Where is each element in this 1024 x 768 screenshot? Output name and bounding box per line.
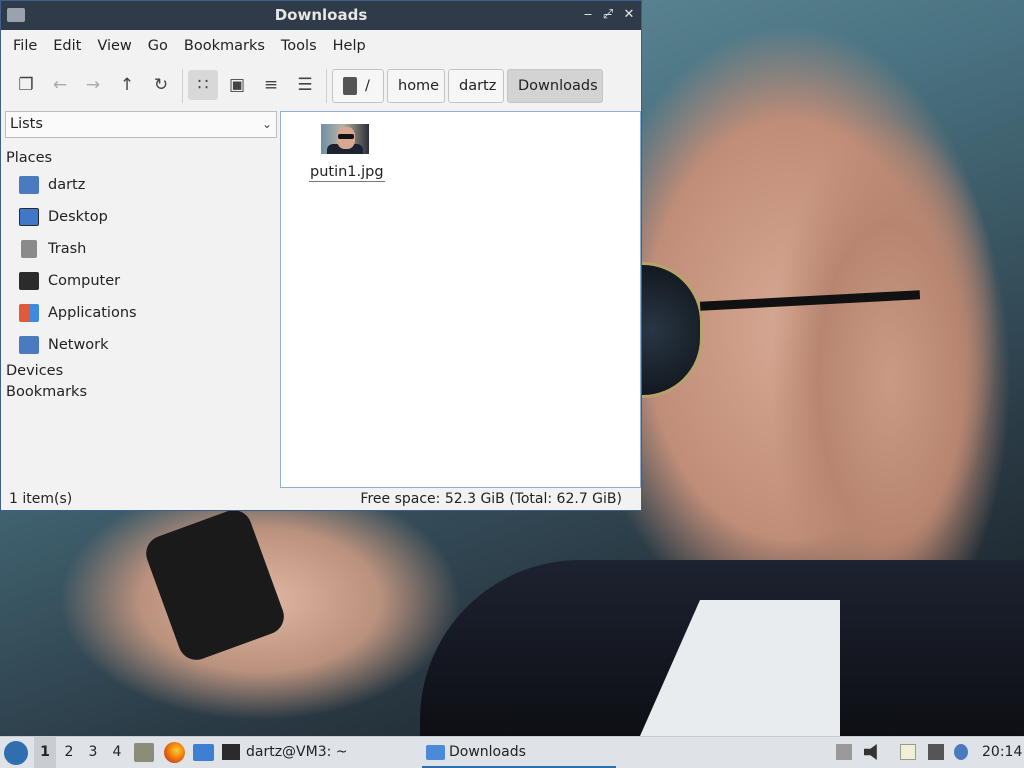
- file-item[interactable]: putin1.jpg: [309, 124, 385, 182]
- sidebar-item-trash[interactable]: Trash: [5, 233, 277, 265]
- up-icon[interactable]: ↑: [112, 70, 142, 100]
- workspace-4[interactable]: 4: [106, 737, 128, 768]
- chevron-down-icon: ⌄: [261, 117, 272, 131]
- clock[interactable]: 20:14: [982, 737, 1022, 768]
- menu-file[interactable]: File: [5, 38, 45, 54]
- devices-heading[interactable]: Devices: [5, 363, 277, 379]
- close-button[interactable]: ✕: [620, 6, 638, 24]
- forward-icon[interactable]: →: [78, 70, 108, 100]
- trash-icon: [21, 240, 37, 258]
- back-icon[interactable]: ←: [45, 70, 75, 100]
- sidebar-item-network[interactable]: Network: [5, 329, 277, 361]
- computer-icon: [19, 272, 39, 290]
- toolbar-separator: [182, 69, 183, 103]
- wallpaper-sunglasses-temple: [699, 290, 921, 311]
- maximize-button[interactable]: ⤢: [599, 6, 617, 24]
- applications-icon: [19, 304, 39, 322]
- task-downloads[interactable]: Downloads: [422, 737, 616, 768]
- sidebar-item-computer[interactable]: Computer: [5, 265, 277, 297]
- workspace-3[interactable]: 3: [82, 737, 104, 768]
- menu-help[interactable]: Help: [325, 38, 374, 54]
- reload-icon[interactable]: ↻: [146, 70, 176, 100]
- tray-up-icon[interactable]: [836, 744, 852, 760]
- thumbnail-view-icon[interactable]: ▣: [222, 70, 252, 100]
- network-icon: [19, 336, 39, 354]
- sidebar-item-dartz[interactable]: dartz: [5, 169, 277, 201]
- breadcrumb-dartz[interactable]: dartz: [448, 69, 504, 103]
- breadcrumb-downloads[interactable]: Downloads: [507, 69, 603, 103]
- sidebar-item-label: Network: [48, 337, 109, 353]
- new-tab-icon[interactable]: ❐: [11, 70, 41, 100]
- clipboard-icon[interactable]: [900, 744, 916, 760]
- bookmarks-heading[interactable]: Bookmarks: [5, 384, 277, 400]
- home-folder-icon: [19, 176, 39, 194]
- menubar: File Edit View Go Bookmarks Tools Help: [1, 30, 641, 61]
- places-heading: Places: [6, 150, 53, 166]
- file-view[interactable]: putin1.jpg: [280, 111, 641, 488]
- sidebar: Lists ⌄ Places dartz Desktop Trash Compu…: [5, 111, 277, 483]
- task-label: Downloads: [449, 744, 526, 760]
- thumbnail-glasses: [338, 134, 354, 139]
- sidebar-item-label: Applications: [48, 305, 137, 321]
- network-status-icon[interactable]: [928, 744, 944, 760]
- taskbar: 1 2 3 4 dartz@VM3: ~ Downloads 20:14: [0, 736, 1024, 768]
- menu-tools[interactable]: Tools: [273, 38, 325, 54]
- file-manager-launcher-icon[interactable]: [134, 743, 154, 762]
- sidebar-mode-value: Lists: [10, 116, 43, 132]
- breadcrumb-root[interactable]: /: [332, 69, 384, 103]
- compact-view-icon[interactable]: ≡: [256, 70, 286, 100]
- wallpaper-watch: [141, 505, 289, 665]
- file-manager-window[interactable]: Downloads ‒ ‒ ⤢ ✕ File Edit View Go Book…: [0, 0, 642, 511]
- window-title: Downloads: [274, 6, 368, 24]
- workspace-1[interactable]: 1: [34, 737, 56, 768]
- free-space: Free space: 52.3 GiB (Total: 62.7 GiB): [360, 491, 622, 507]
- image-thumbnail-icon: [321, 124, 369, 154]
- minimize-icon[interactable]: ‒: [579, 6, 597, 24]
- volume-icon[interactable]: [864, 744, 877, 760]
- menu-bookmarks[interactable]: Bookmarks: [176, 38, 273, 54]
- sidebar-mode-select[interactable]: Lists ⌄: [5, 111, 277, 138]
- file-name: putin1.jpg: [309, 164, 385, 182]
- wallpaper-sunglasses: [640, 262, 703, 398]
- terminal-icon: [222, 744, 240, 760]
- breadcrumb-home[interactable]: home: [387, 69, 445, 103]
- desktop-launcher-icon[interactable]: [193, 744, 214, 761]
- detailed-list-icon[interactable]: ☰: [290, 70, 320, 100]
- toolbar: ❐ ← → ↑ ↻ ∷ ▣ ≡ ☰ / home dartz Downloads: [1, 61, 641, 109]
- drive-icon: [343, 77, 357, 95]
- firefox-icon[interactable]: [164, 742, 185, 763]
- desktop-icon: [19, 208, 39, 226]
- workspace-2[interactable]: 2: [58, 737, 80, 768]
- sidebar-item-label: Computer: [48, 273, 121, 289]
- sidebar-item-label: Desktop: [48, 209, 108, 225]
- menu-view[interactable]: View: [89, 38, 139, 54]
- sidebar-item-label: Trash: [48, 241, 87, 257]
- icon-view-icon[interactable]: ∷: [188, 70, 218, 100]
- toolbar-separator: [326, 69, 327, 103]
- breadcrumb-root-label: /: [365, 78, 370, 94]
- notification-icon[interactable]: [954, 744, 968, 760]
- sidebar-item-desktop[interactable]: Desktop: [5, 201, 277, 233]
- titlebar[interactable]: Downloads ‒ ‒ ⤢ ✕: [1, 1, 641, 30]
- menu-edit[interactable]: Edit: [45, 38, 89, 54]
- start-menu-icon[interactable]: [4, 741, 28, 765]
- folder-icon: [426, 744, 445, 760]
- menu-go[interactable]: Go: [140, 38, 176, 54]
- task-terminal[interactable]: dartz@VM3: ~: [222, 737, 412, 768]
- statusbar: 1 item(s) Free space: 52.3 GiB (Total: 6…: [1, 488, 641, 510]
- task-label: dartz@VM3: ~: [246, 744, 348, 760]
- sidebar-item-applications[interactable]: Applications: [5, 297, 277, 329]
- sidebar-item-label: dartz: [48, 177, 86, 193]
- item-count: 1 item(s): [9, 491, 73, 507]
